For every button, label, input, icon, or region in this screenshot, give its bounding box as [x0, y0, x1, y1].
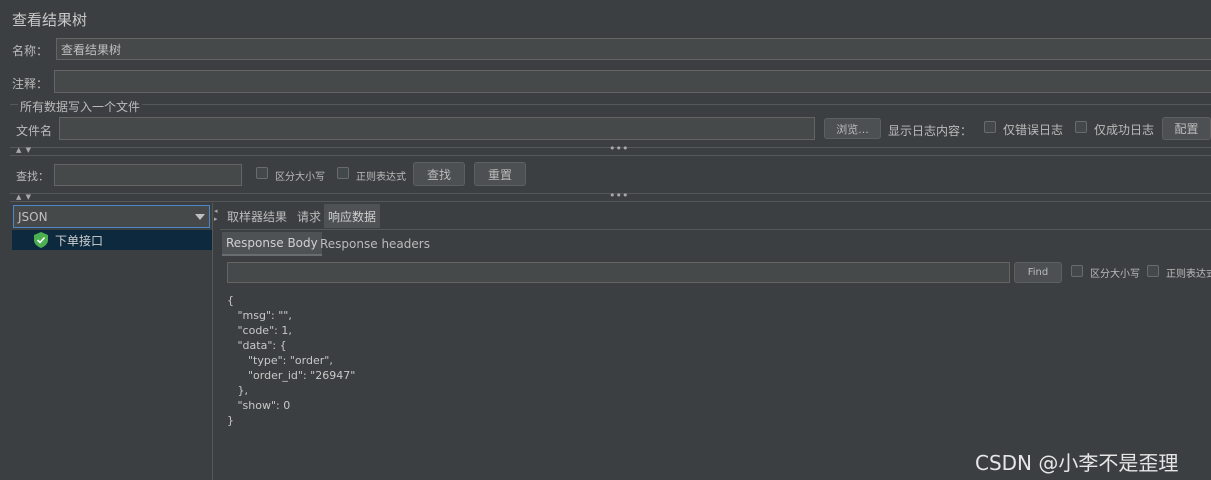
splitter-bottom-line [10, 155, 1211, 156]
response-line: }, [227, 384, 248, 397]
response-line: "code": 1, [227, 324, 292, 337]
tree-item-label: 下单接口 [55, 234, 104, 248]
tab-request[interactable]: 请求 [293, 204, 325, 228]
response-line: { [227, 294, 234, 307]
tab-sampler-result[interactable]: 取样器结果 [223, 204, 291, 228]
splitter2-handle-icon[interactable]: ••• [609, 190, 628, 201]
subtab-response-headers[interactable]: Response headers [316, 232, 434, 256]
filename-label: 文件名 [16, 124, 53, 138]
panel-collapse-icon[interactable]: ◂ ▸ [214, 207, 218, 223]
success-only-label: 仅成功日志 [1094, 123, 1155, 137]
errors-only-label: 仅错误日志 [1003, 123, 1064, 137]
configure-button[interactable]: 配置 [1162, 117, 1211, 140]
splitter-handle-icon[interactable]: ••• [609, 143, 628, 154]
response-search-input[interactable] [227, 262, 1010, 283]
splitter2-bottom-line [10, 201, 1211, 202]
search-label: 查找： [16, 170, 49, 183]
chevron-down-icon [195, 213, 205, 220]
log-content-label: 显示日志内容： [888, 124, 973, 138]
splitter-arrows-icon[interactable]: ▲ ▼ [16, 146, 32, 154]
tab-response-data[interactable]: 响应数据 [324, 204, 381, 228]
response-line: "order_id": "26947" [227, 369, 356, 382]
name-input[interactable]: 查看结果树 [56, 38, 1211, 60]
response-find-button[interactable]: Find [1014, 262, 1062, 283]
subtab-response-body[interactable]: Response Body [222, 232, 322, 256]
response-case-label: 区分大小写 [1090, 269, 1140, 280]
check-shield-icon [34, 232, 48, 248]
renderer-select[interactable]: JSON [13, 205, 210, 228]
watermark: CSDN @小李不是歪理 [975, 451, 1179, 475]
tree-item-selected[interactable]: 下单接口 [12, 230, 212, 250]
search-input[interactable] [54, 164, 242, 186]
find-button[interactable]: 查找 [413, 162, 465, 186]
response-line: } [227, 414, 234, 427]
comment-label: 注释： [12, 77, 49, 91]
file-section-title: 所有数据写入一个文件 [18, 98, 143, 115]
filename-input[interactable] [59, 117, 815, 140]
response-line: "data": { [227, 339, 287, 352]
name-label: 名称： [12, 44, 49, 58]
response-regex-checkbox[interactable] [1147, 265, 1159, 277]
response-line: "msg": "", [227, 309, 292, 322]
response-case-checkbox[interactable] [1071, 265, 1083, 277]
response-line: "show": 0 [227, 399, 291, 412]
case-sensitive-checkbox[interactable] [256, 167, 268, 179]
regex-checkbox[interactable] [337, 167, 349, 179]
tabs-underline [220, 229, 1211, 230]
file-section-border [10, 104, 1211, 105]
success-only-checkbox[interactable] [1075, 121, 1087, 133]
comment-input[interactable] [54, 70, 1211, 93]
splitter2-arrows-icon[interactable]: ▲ ▼ [16, 193, 32, 201]
regex-label: 正则表达式 [356, 172, 406, 183]
panel-title: 查看结果树 [12, 11, 88, 29]
reset-button[interactable]: 重置 [474, 162, 526, 186]
case-sensitive-label: 区分大小写 [275, 172, 325, 183]
renderer-select-value: JSON [18, 209, 48, 224]
browse-button[interactable]: 浏览... [824, 118, 881, 139]
errors-only-checkbox[interactable] [984, 121, 996, 133]
panel-divider[interactable] [212, 203, 213, 480]
response-regex-label: 正则表达式 [1166, 269, 1211, 280]
response-line: "type": "order", [227, 354, 333, 367]
